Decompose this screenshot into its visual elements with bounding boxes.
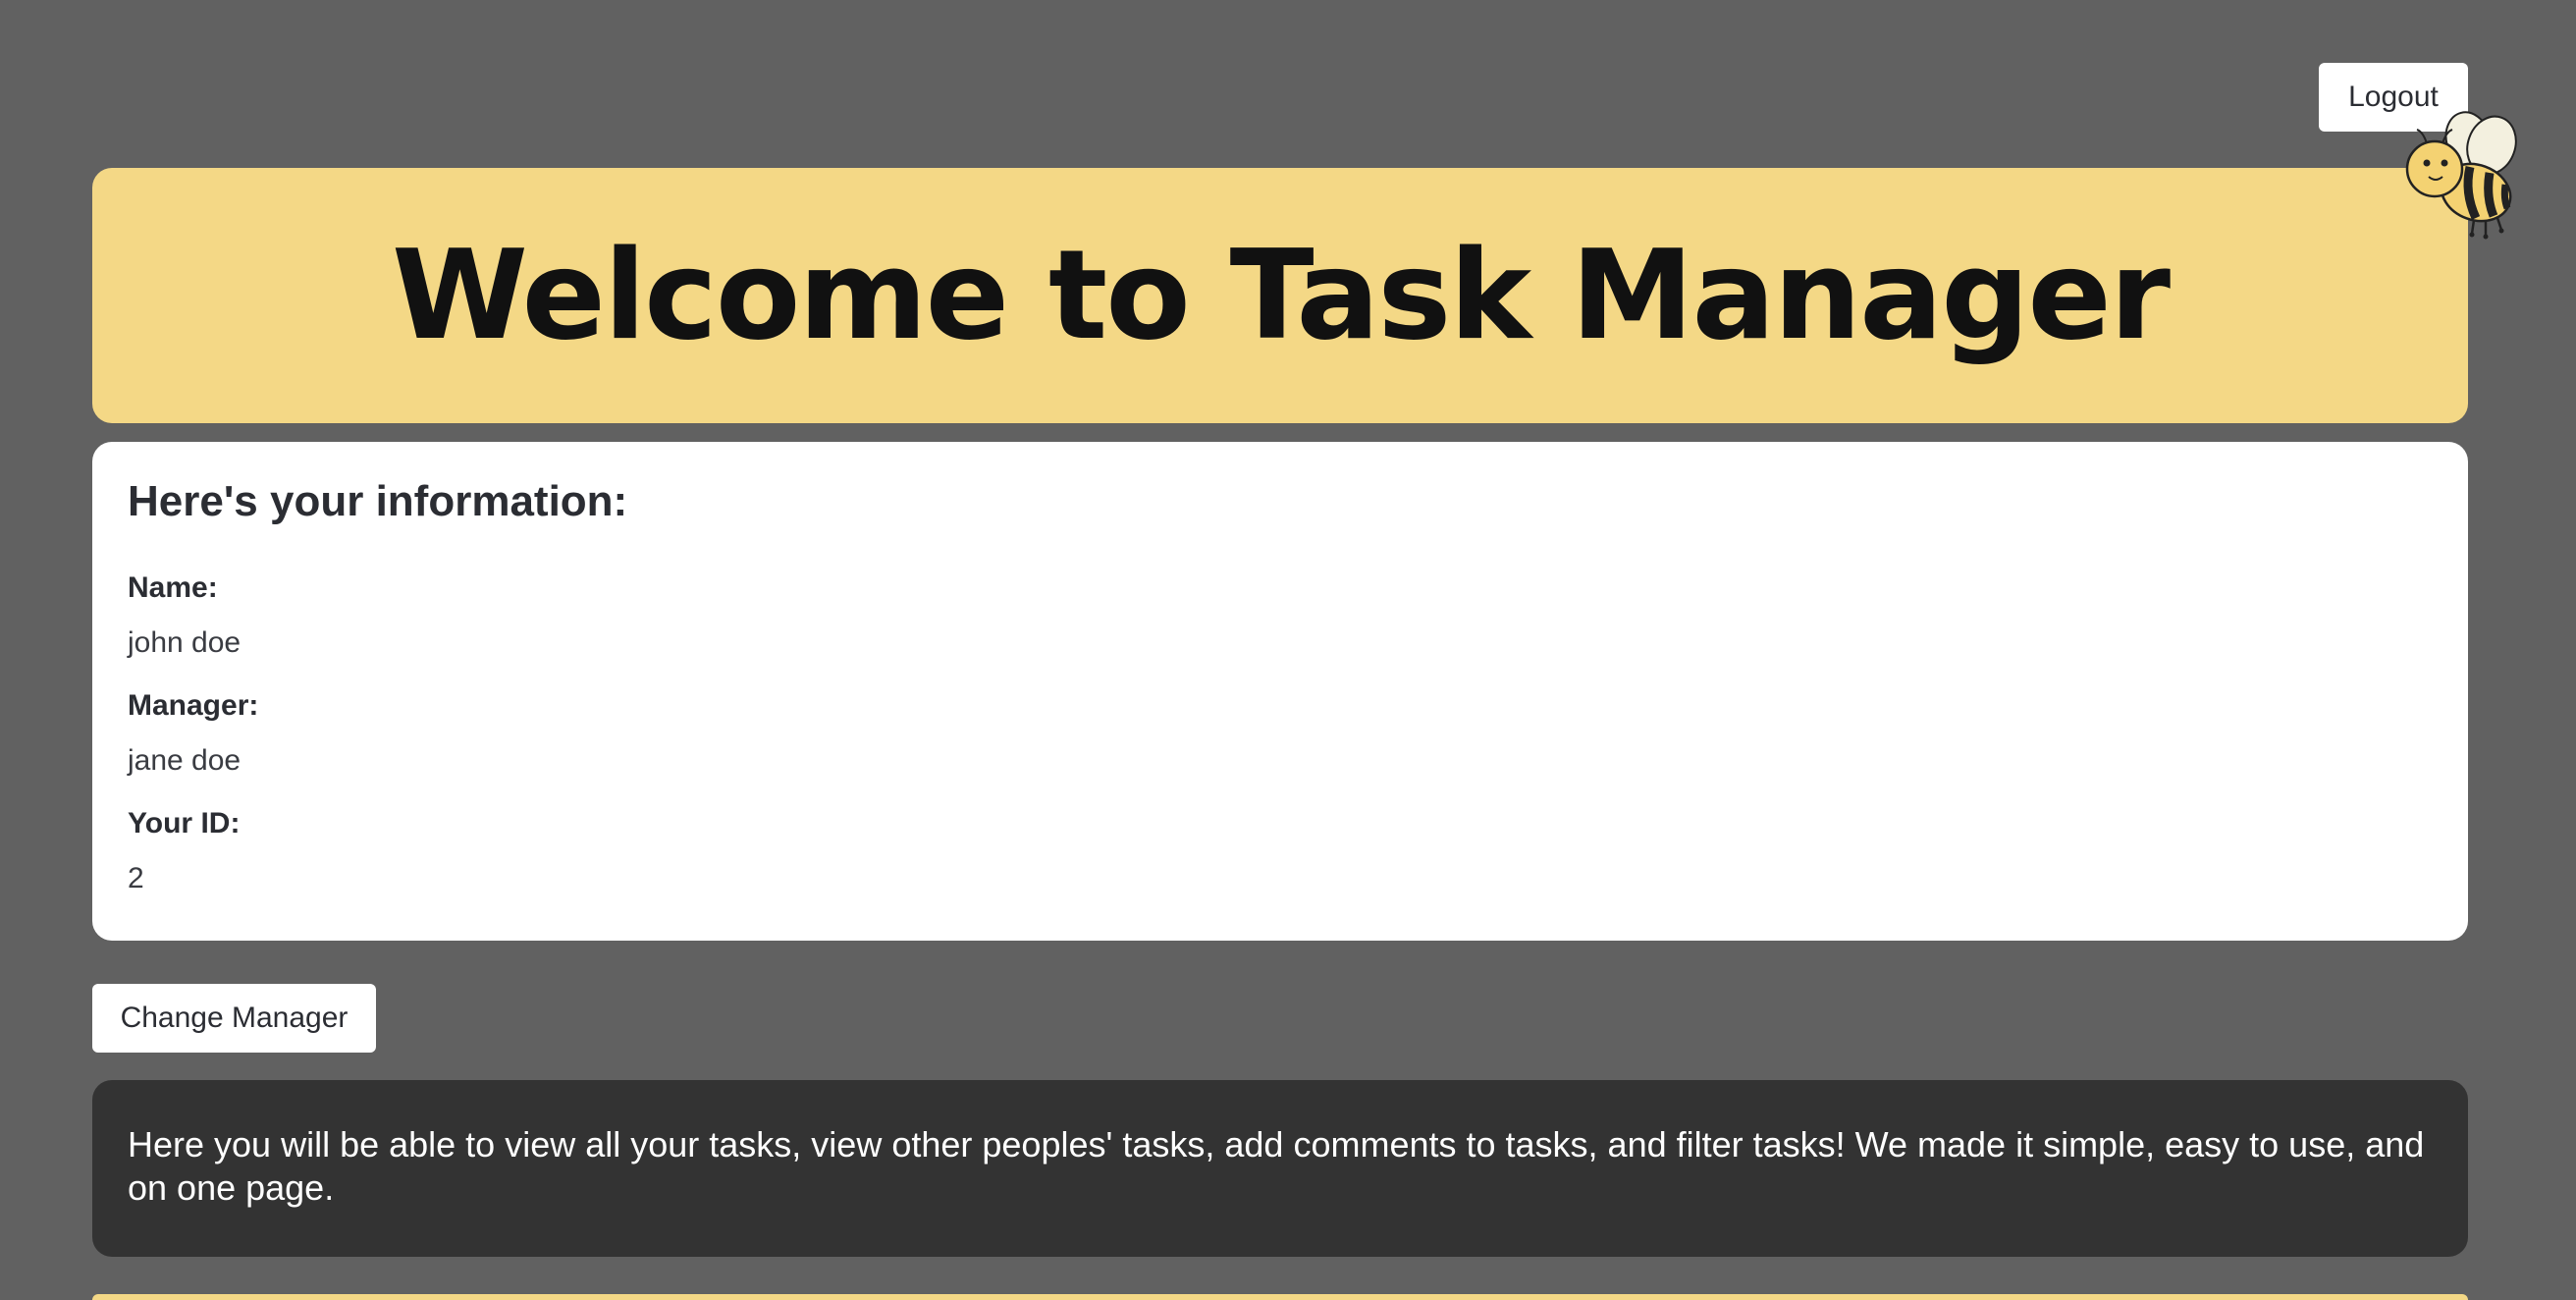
intro-box: Here you will be able to view all your t… — [92, 1080, 2468, 1257]
manager-value: jane doe — [128, 744, 242, 777]
name-value: john doe — [128, 626, 242, 659]
bee-icon — [2405, 111, 2517, 240]
next-section-edge — [92, 1294, 2468, 1300]
id-label: Your ID: — [128, 807, 241, 840]
id-value: 2 — [128, 862, 144, 894]
info-heading: Here's your information: — [128, 477, 628, 525]
name-label: Name: — [128, 571, 218, 604]
welcome-banner: Welcome to Task Manager — [92, 168, 2468, 423]
page: Logout Welcome to Task Manager Here's yo… — [0, 0, 2576, 1300]
manager-label: Manager: — [128, 689, 259, 722]
change-manager-button[interactable]: Change Manager — [92, 984, 376, 1053]
info-card: Here's your information: Name: john doe … — [92, 442, 2468, 941]
page-title: Welcome to Task Manager — [392, 223, 2171, 367]
intro-text: Here you will be able to view all your t… — [128, 1124, 2425, 1208]
